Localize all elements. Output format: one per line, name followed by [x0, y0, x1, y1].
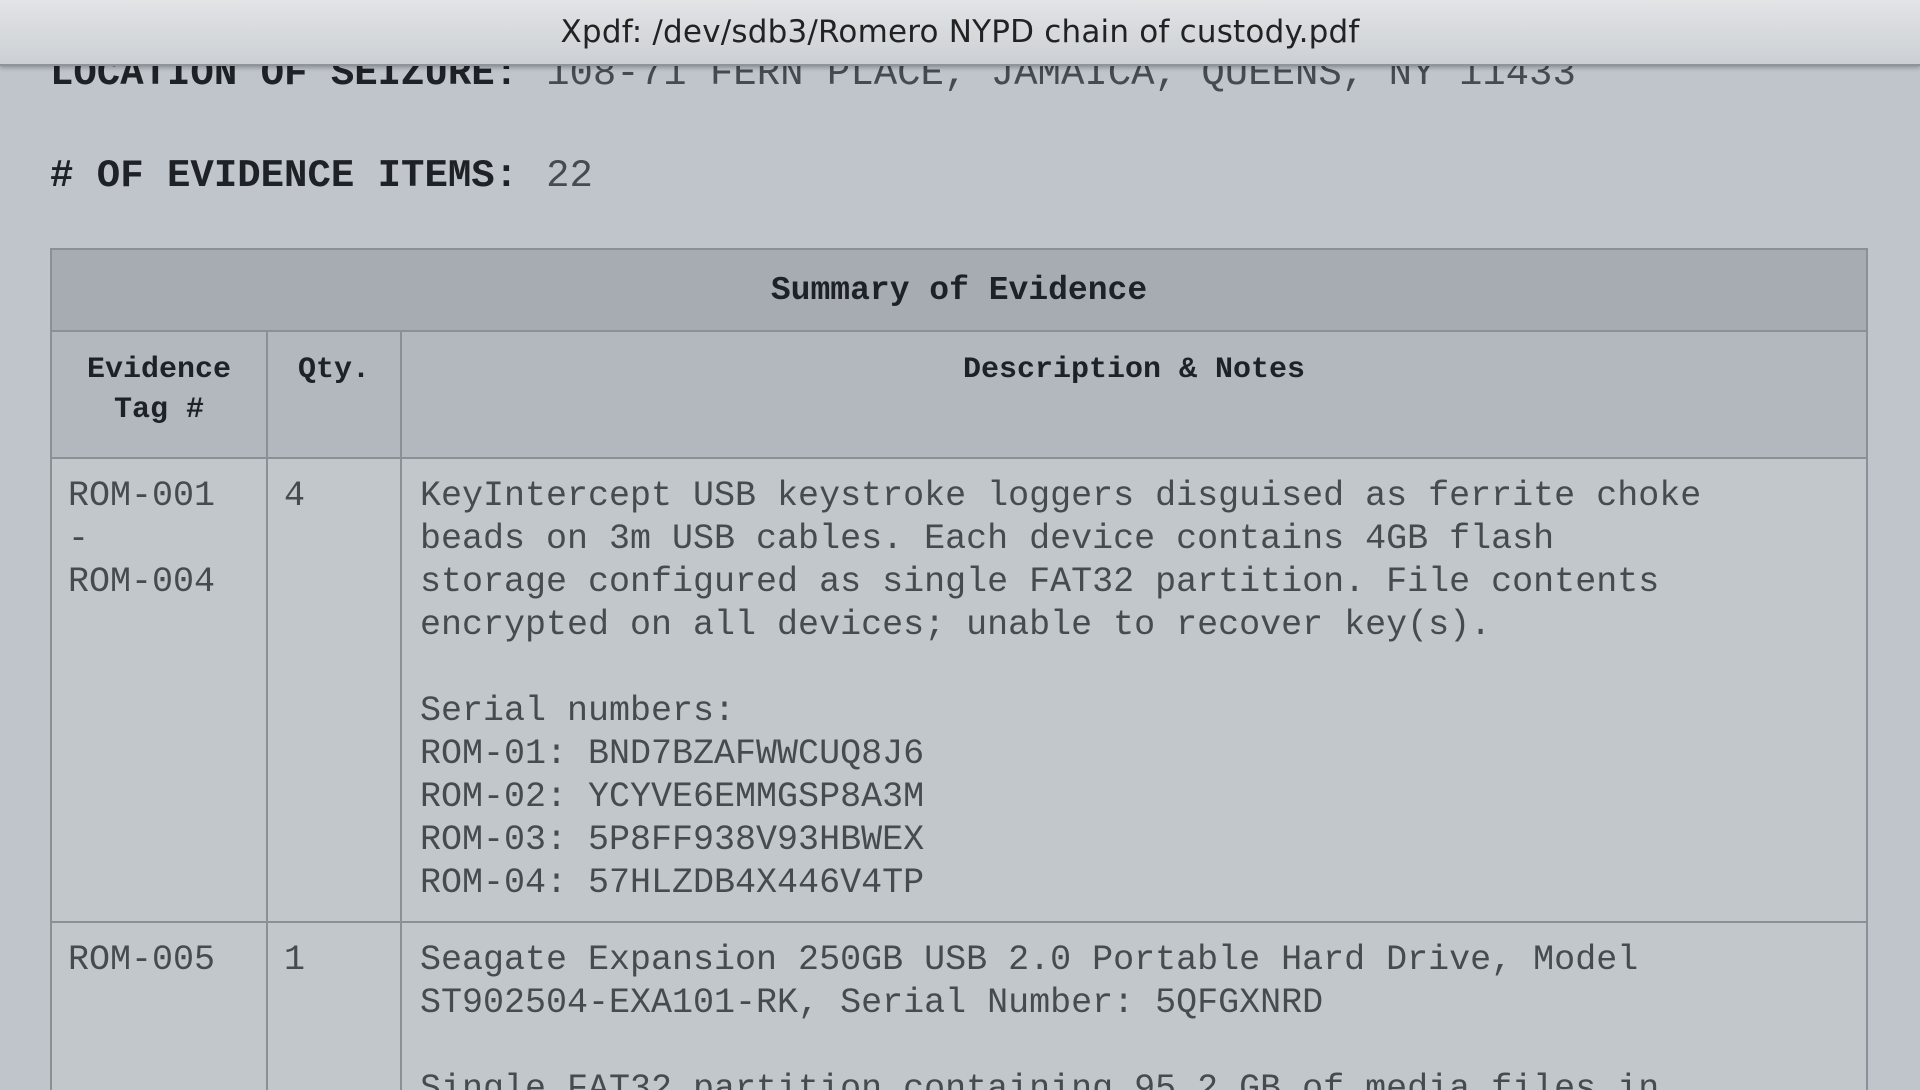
description-line: storage configured as single FAT32 parti… — [420, 562, 1660, 602]
serial-number: ROM-01: BND7BZAFWWCUQ8J6 — [420, 734, 925, 774]
header-evidence-tag-line2: Tag # — [113, 393, 204, 427]
description-cell: KeyIntercept USB keystroke loggers disgu… — [399, 457, 1869, 923]
description-line: KeyIntercept USB keystroke loggers disgu… — [420, 476, 1702, 516]
evidence-items-count-field: # OF EVIDENCE ITEMS: 22 — [50, 154, 593, 198]
header-description-label: Description & Notes — [962, 353, 1306, 387]
qty-cell: 1 — [266, 921, 402, 1090]
description-line: Single FAT32 partition containing 95.2 G… — [420, 1069, 1660, 1090]
table-title: Summary of Evidence — [49, 248, 1869, 332]
header-description: Description & Notes — [399, 330, 1869, 459]
description-line: ST902504-EXA101-RK, Serial Number: 5QFGX… — [420, 983, 1324, 1023]
evidence-items-value: 22 — [546, 154, 593, 198]
evidence-tag-cell: ROM-001 - ROM-004 — [50, 457, 268, 923]
serial-number: ROM-03: 5P8FF938V93HBWEX — [420, 820, 925, 860]
table-row: ROM-001 - ROM-004 4 KeyIntercept USB key… — [50, 457, 1869, 923]
pdf-page[interactable]: LOCATION OF SEIZURE: 108-71 FERN PLACE, J… — [0, 64, 1920, 1090]
description-cell: Seagate Expansion 250GB USB 2.0 Portable… — [399, 921, 1869, 1090]
description-line: Seagate Expansion 250GB USB 2.0 Portable… — [420, 940, 1639, 980]
evidence-tag-dash: - — [68, 519, 90, 559]
qty-value: 1 — [284, 940, 306, 980]
xpdf-window: Xpdf: /dev/sdb3/Romero NYPD chain of cus… — [0, 0, 1920, 1090]
evidence-items-label: # OF EVIDENCE ITEMS: — [50, 154, 519, 198]
header-qty-label: Qty. — [297, 353, 370, 387]
serial-numbers-label: Serial numbers: — [420, 691, 736, 731]
window-titlebar[interactable]: Xpdf: /dev/sdb3/Romero NYPD chain of cus… — [0, 0, 1920, 66]
evidence-tag-start: ROM-001 — [68, 476, 216, 516]
qty-value: 4 — [284, 476, 306, 516]
serial-number: ROM-02: YCYVE6EMMGSP8A3M — [420, 777, 925, 817]
location-of-seizure-field: LOCATION OF SEIZURE: 108-71 FERN PLACE, J… — [50, 64, 1576, 96]
header-evidence-tag: Evidence Tag # — [50, 330, 268, 459]
evidence-tag-cell: ROM-005 — [50, 921, 268, 1090]
header-evidence-tag-line1: Evidence — [86, 353, 232, 387]
table-row: ROM-005 1 Seagate Expansion 250GB USB 2.… — [50, 921, 1869, 1090]
location-value: 108-71 FERN PLACE, JAMAICA, QUEENS, NY 1… — [546, 64, 1576, 96]
window-title: Xpdf: /dev/sdb3/Romero NYPD chain of cus… — [560, 14, 1360, 50]
serial-number: ROM-04: 57HLZDB4X446V4TP — [420, 863, 925, 903]
evidence-tag: ROM-005 — [68, 940, 216, 980]
description-line: beads on 3m USB cables. Each device cont… — [420, 519, 1555, 559]
location-label: LOCATION OF SEIZURE: — [50, 64, 519, 96]
header-qty: Qty. — [266, 330, 402, 459]
qty-cell: 4 — [266, 457, 402, 923]
table-header-row: Evidence Tag # Qty. Description & Notes — [50, 330, 1869, 459]
evidence-summary-table: Summary of Evidence Evidence Tag # Qty. … — [49, 248, 1869, 1090]
evidence-tag-end: ROM-004 — [68, 562, 216, 602]
description-line: encrypted on all devices; unable to reco… — [420, 605, 1492, 645]
